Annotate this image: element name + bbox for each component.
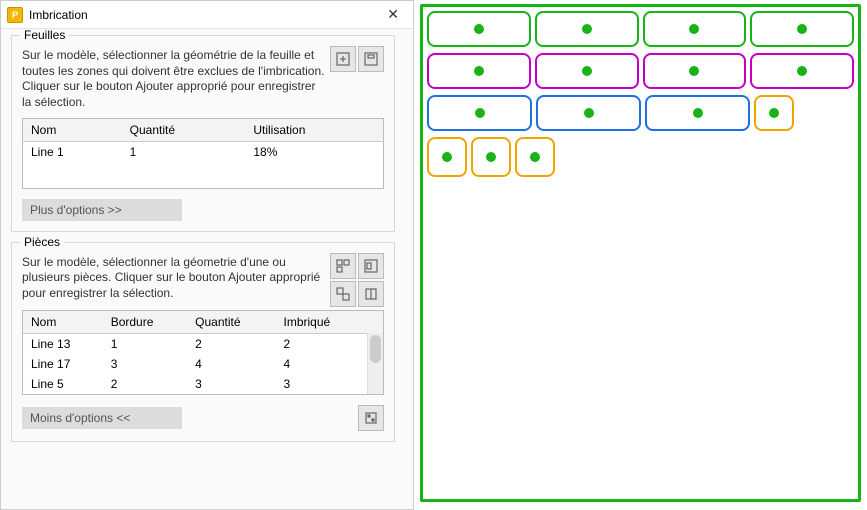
nested-row <box>427 137 854 177</box>
nested-piece <box>471 137 511 177</box>
pieces-col-bordure[interactable]: Bordure <box>103 311 187 334</box>
pieces-action-1-icon[interactable] <box>330 281 356 307</box>
add-piece-from-selection-icon[interactable] <box>358 253 384 279</box>
pieces-col-quantite[interactable]: Quantité <box>187 311 275 334</box>
piece-origin-dot <box>442 152 452 162</box>
panel-title: Imbrication <box>29 8 379 22</box>
nested-piece <box>427 11 531 47</box>
piece-origin-dot <box>797 66 807 76</box>
app-icon: P <box>7 7 23 23</box>
piece-origin-dot <box>475 108 485 118</box>
table-row[interactable]: Line 1118% <box>23 142 384 163</box>
panel-scroll[interactable]: Feuilles Sur le modèle, sélectionner la … <box>1 29 413 509</box>
pieces-table-scrollbar[interactable] <box>367 333 383 394</box>
nested-piece <box>427 95 532 131</box>
piece-origin-dot <box>474 24 484 34</box>
section-pieces: Pièces Sur le modèle, sélectionner la gé… <box>11 242 395 442</box>
pieces-settings-icon[interactable] <box>358 405 384 431</box>
section-feuilles-title: Feuilles <box>20 29 69 42</box>
piece-origin-dot <box>689 24 699 34</box>
feuilles-col-nom[interactable]: Nom <box>23 119 122 142</box>
pieces-table[interactable]: Nom Bordure Quantité Imbriqué Line 13122… <box>23 311 383 394</box>
nesting-preview <box>414 0 867 510</box>
feuilles-more-options-button[interactable]: Plus d'options >> <box>22 199 182 221</box>
nested-piece <box>536 95 641 131</box>
sheet-outline <box>420 4 861 502</box>
nesting-panel: P Imbrication ✕ Feuilles Sur le modèle, … <box>0 0 414 510</box>
table-row[interactable]: Line 13122 <box>23 333 383 354</box>
nested-piece <box>750 53 854 89</box>
piece-origin-dot <box>769 108 779 118</box>
piece-origin-dot <box>486 152 496 162</box>
piece-origin-dot <box>689 66 699 76</box>
titlebar: P Imbrication ✕ <box>1 1 413 29</box>
pieces-action-2-icon[interactable] <box>358 281 384 307</box>
nested-row <box>427 11 854 47</box>
nested-piece <box>427 137 467 177</box>
section-pieces-title: Pièces <box>20 235 64 249</box>
nested-row <box>427 53 854 89</box>
nested-piece <box>427 53 531 89</box>
remove-sheet-icon[interactable] <box>358 46 384 72</box>
section-feuilles: Feuilles Sur le modèle, sélectionner la … <box>11 35 395 232</box>
piece-origin-dot <box>530 152 540 162</box>
nested-piece <box>643 11 747 47</box>
table-row[interactable]: Line 17344 <box>23 354 383 374</box>
feuilles-table[interactable]: Nom Quantité Utilisation Line 1118% <box>22 118 384 189</box>
piece-origin-dot <box>582 24 592 34</box>
nested-piece <box>535 11 639 47</box>
feuilles-col-quantite[interactable]: Quantité <box>122 119 246 142</box>
pieces-col-nom[interactable]: Nom <box>23 311 103 334</box>
close-button[interactable]: ✕ <box>379 4 407 25</box>
add-piece-icon[interactable] <box>330 253 356 279</box>
nested-row <box>427 95 854 131</box>
nested-piece <box>535 53 639 89</box>
pieces-col-imbrique[interactable]: Imbriqué <box>276 311 384 334</box>
nested-piece <box>515 137 555 177</box>
nested-piece <box>645 95 750 131</box>
pieces-less-options-button[interactable]: Moins d'options << <box>22 407 182 429</box>
piece-origin-dot <box>693 108 703 118</box>
add-sheet-icon[interactable] <box>330 46 356 72</box>
piece-origin-dot <box>584 108 594 118</box>
table-row[interactable]: Line 5233 <box>23 374 383 394</box>
nested-piece <box>750 11 854 47</box>
nested-piece <box>643 53 747 89</box>
piece-origin-dot <box>797 24 807 34</box>
piece-origin-dot <box>474 66 484 76</box>
nested-piece <box>754 95 794 131</box>
piece-origin-dot <box>582 66 592 76</box>
feuilles-col-utilisation[interactable]: Utilisation <box>245 119 383 142</box>
